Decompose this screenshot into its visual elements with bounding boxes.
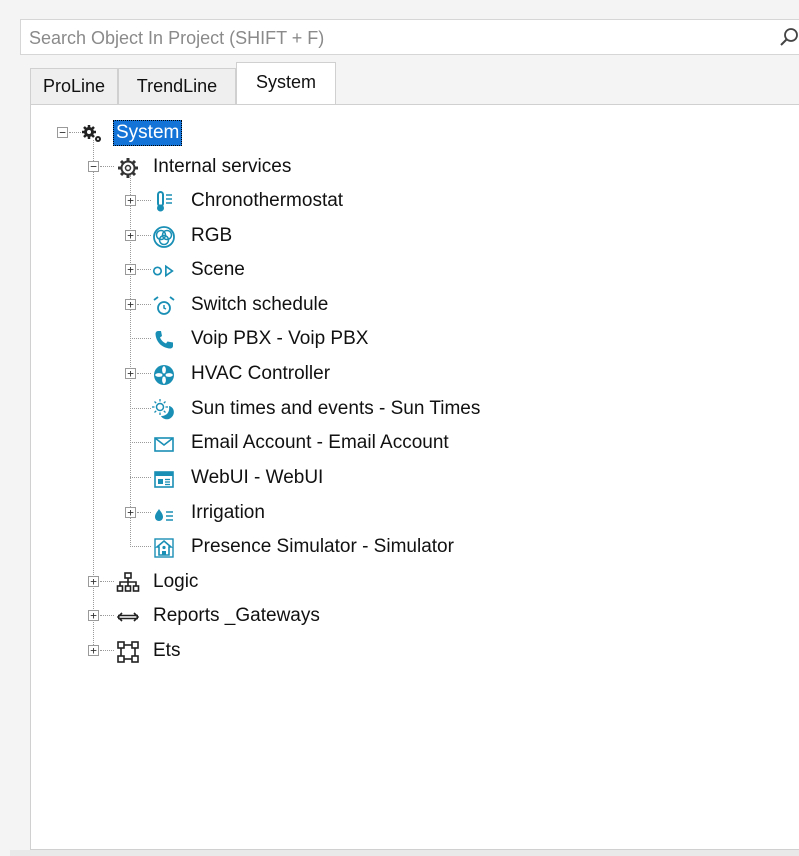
tree-node-label[interactable]: Voip PBX - Voip PBX <box>191 325 368 353</box>
tab-proline[interactable]: ProLine <box>30 68 118 104</box>
network-icon <box>117 641 139 663</box>
collapse-toggle[interactable]: − <box>57 127 68 138</box>
tree-node-label[interactable]: Reports _Gateways <box>153 602 320 630</box>
water-drop-icon <box>155 509 173 521</box>
collapse-toggle[interactable]: − <box>88 161 99 172</box>
tree-node-label[interactable]: Logic <box>153 568 198 596</box>
tree-node-label[interactable]: Presence Simulator - Simulator <box>191 533 454 561</box>
tree-node-internal-services[interactable]: − Internal services <box>31 153 591 183</box>
tree-node-sun-times[interactable]: Sun times and events - Sun Times <box>31 395 591 425</box>
tree-node-label[interactable]: Chronothermostat <box>191 187 343 215</box>
thermometer-icon <box>157 191 172 212</box>
tree-node-hvac-controller[interactable]: + HVAC Controller <box>31 360 591 390</box>
tab-trendline[interactable]: TrendLine <box>118 68 236 104</box>
tree-node-rgb[interactable]: + RGB <box>31 222 591 252</box>
tree-node-voip-pbx[interactable]: Voip PBX - Voip PBX <box>31 325 591 355</box>
house-person-icon <box>154 538 174 558</box>
tree-node-label[interactable]: Email Account - Email Account <box>191 429 449 457</box>
expand-toggle[interactable]: + <box>125 299 136 310</box>
tree-node-reports-gateways[interactable]: + Reports _Gateways <box>31 602 591 632</box>
expand-toggle[interactable]: + <box>125 264 136 275</box>
tree-node-label[interactable]: Scene <box>191 256 245 284</box>
tree-node-label[interactable]: Ets <box>153 637 180 665</box>
expand-toggle[interactable]: + <box>125 195 136 206</box>
rgb-circles-icon <box>153 226 175 248</box>
gears-icon <box>82 125 101 142</box>
tree-node-label[interactable]: HVAC Controller <box>191 360 330 388</box>
tree-panel: − System − Internal services + Chronothe… <box>30 104 799 850</box>
tree-node-label[interactable]: Internal services <box>153 153 291 181</box>
envelope-icon <box>154 437 174 452</box>
tree-node-label[interactable]: Sun times and events - Sun Times <box>191 395 480 423</box>
tree-node-scene[interactable]: + Scene <box>31 256 591 286</box>
search-bar <box>20 19 799 56</box>
tree-node-label[interactable]: Irrigation <box>191 499 265 527</box>
tree-node-presence-simulator[interactable]: Presence Simulator - Simulator <box>31 533 591 563</box>
tree-node-irrigation[interactable]: + Irrigation <box>31 499 591 529</box>
scene-play-icon <box>152 264 174 278</box>
sun-moon-icon <box>152 399 174 420</box>
tree-node-label[interactable]: RGB <box>191 222 232 250</box>
tree-node-email-account[interactable]: Email Account - Email Account <box>31 429 591 459</box>
gear-icon <box>118 158 138 178</box>
tree-node-label[interactable]: System <box>113 120 183 146</box>
phone-icon <box>155 331 173 349</box>
search-icon[interactable] <box>777 26 799 50</box>
tree-node-label[interactable]: WebUI - WebUI <box>191 464 323 492</box>
expand-toggle[interactable]: + <box>125 230 136 241</box>
tree-node-label[interactable]: Switch schedule <box>191 291 328 319</box>
tree-node-logic[interactable]: + Logic <box>31 568 591 598</box>
expand-toggle[interactable]: + <box>88 610 99 621</box>
tree-node-chronothermostat[interactable]: + Chronothermostat <box>31 187 591 217</box>
tree-node-webui[interactable]: WebUI - WebUI <box>31 464 591 494</box>
fan-icon <box>154 365 174 385</box>
alarm-clock-icon <box>153 296 175 315</box>
arrows-left-right-icon <box>116 612 140 622</box>
tree-node-ets[interactable]: + Ets <box>31 637 591 667</box>
expand-toggle[interactable]: + <box>125 368 136 379</box>
hierarchy-icon <box>116 572 140 592</box>
expand-toggle[interactable]: + <box>88 645 99 656</box>
expand-toggle[interactable]: + <box>88 576 99 587</box>
search-input[interactable] <box>27 20 771 56</box>
tree-node-system[interactable]: − System <box>31 119 591 149</box>
object-tree: − System − Internal services + Chronothe… <box>31 105 799 849</box>
tab-bar: ProLine TrendLine System <box>30 60 799 106</box>
web-window-icon <box>154 471 174 488</box>
expand-toggle[interactable]: + <box>125 507 136 518</box>
tab-system[interactable]: System <box>236 62 336 106</box>
panel-footer <box>10 850 799 856</box>
tree-node-switch-schedule[interactable]: + Switch schedule <box>31 291 591 321</box>
